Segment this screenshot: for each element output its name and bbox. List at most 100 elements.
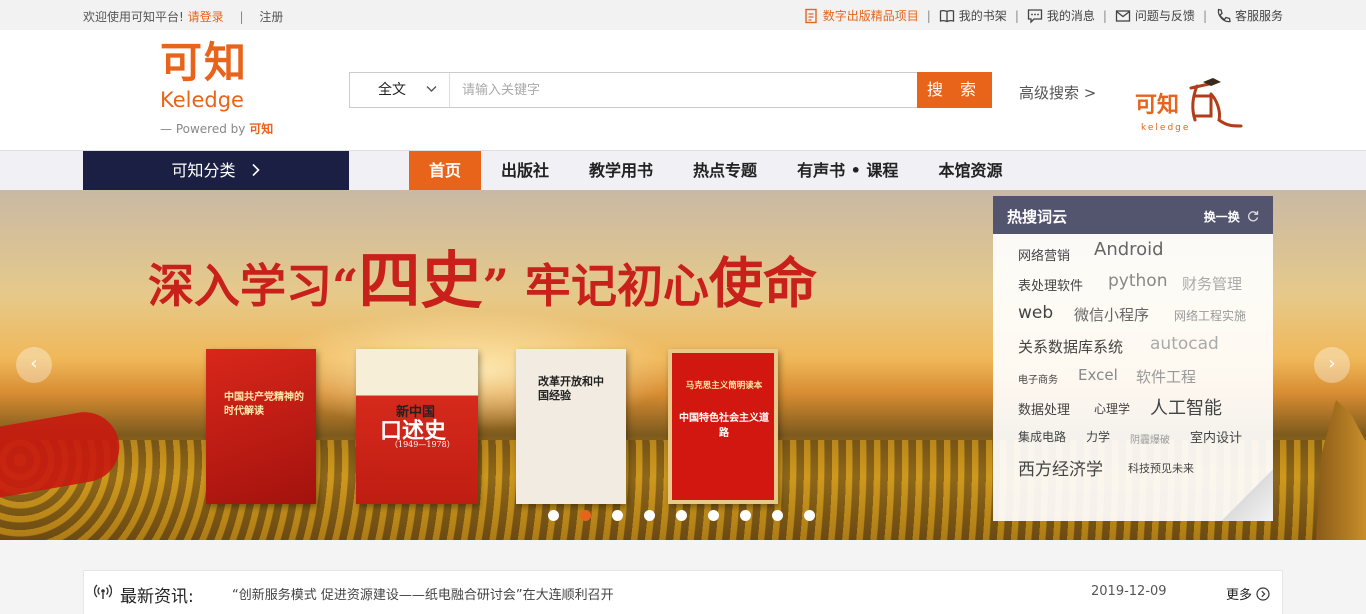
powered-by-text: Powered by — [175, 122, 246, 136]
book-icon — [939, 9, 954, 22]
hot-word[interactable]: Excel — [1078, 366, 1118, 384]
carousel-dot[interactable] — [772, 510, 783, 521]
search-scope-value: 全文 — [378, 82, 406, 98]
banner-next-button[interactable]: › — [1314, 347, 1350, 383]
hot-word[interactable]: 网络工程实施 — [1174, 307, 1246, 324]
book-cover[interactable]: 改革开放和中国经验 — [516, 349, 626, 504]
carousel-dot[interactable] — [644, 510, 655, 521]
customer-service-link[interactable]: 客服服务 — [1215, 7, 1283, 24]
banner-slogan: 深入学习“四史” 牢记初心使命 — [148, 230, 817, 320]
carousel-dot[interactable] — [580, 510, 591, 521]
hot-word[interactable]: 表处理软件 — [1018, 275, 1083, 294]
carousel-dot[interactable] — [548, 510, 559, 521]
hot-word[interactable]: 微信小程序 — [1074, 304, 1149, 325]
hot-word[interactable]: 心理学 — [1094, 400, 1130, 417]
hot-word[interactable]: 人工智能 — [1150, 394, 1222, 420]
book-title: 中国共产党精神的时代解读 — [224, 392, 304, 417]
my-messages-link[interactable]: 我的消息 — [1027, 7, 1095, 24]
tab-publishers[interactable]: 出版社 — [481, 151, 569, 191]
nav-tabs: 首页 出版社 教学用书 热点专题 有声书 • 课程 本馆资源 — [409, 151, 1022, 191]
news-date: 2019-12-09 — [1091, 584, 1167, 599]
news-more-label: 更多 — [1226, 588, 1253, 603]
chevron-circle-right-icon — [1256, 586, 1270, 601]
tab-home[interactable]: 首页 — [409, 151, 482, 191]
logo-chinese: 可知 — [160, 38, 249, 87]
top-bar: 欢迎使用可知平台! 请登录 | 注册 数字出版精品项目 | 我的书架 | 我的消… — [0, 0, 1366, 30]
hot-word[interactable]: 财务管理 — [1182, 273, 1242, 294]
hot-search-cloud: 热搜词云 换一换 网络营销 Android 表处理软件 python 财务管理 … — [993, 196, 1273, 521]
slogan-highlight: 四史 — [358, 244, 483, 317]
hot-word[interactable]: 室内设计 — [1190, 427, 1242, 446]
feedback-link[interactable]: 问题与反馈 — [1115, 7, 1195, 24]
hot-word[interactable]: 电子商务 — [1018, 371, 1058, 386]
category-menu-button[interactable]: 可知分类 — [83, 151, 349, 191]
customer-service-label: 客服服务 — [1234, 9, 1283, 23]
hot-word[interactable]: 数据处理 — [1018, 399, 1070, 418]
news-headline-link[interactable]: “创新服务模式 促进资源建设——纸电融合研讨会”在大连顺利召开 — [232, 584, 614, 603]
carousel-dot[interactable] — [804, 510, 815, 521]
news-more-link[interactable]: 更多 — [1226, 584, 1270, 603]
partner-logo-english: keledge — [1141, 123, 1190, 133]
main-nav: 可知分类 首页 出版社 教学用书 热点专题 有声书 • 课程 本馆资源 — [0, 150, 1366, 191]
tab-audiobooks-courses[interactable]: 有声书 • 课程 — [777, 151, 918, 191]
refresh-button[interactable]: 换一换 — [1204, 208, 1259, 225]
book-cover[interactable]: 新中国 口述史 （1949—1978） — [356, 349, 478, 504]
hot-search-header: 热搜词云 换一换 — [993, 196, 1273, 234]
register-link[interactable]: 注册 — [259, 10, 283, 24]
hot-word[interactable]: web — [1018, 303, 1053, 323]
tab-hot-topics[interactable]: 热点专题 — [673, 151, 777, 191]
hot-word[interactable]: 关系数据库系统 — [1018, 336, 1123, 357]
divider: | — [926, 8, 931, 23]
hot-word[interactable]: 集成电路 — [1018, 428, 1066, 445]
site-logo[interactable]: 可知 Keledge — Powered by 可知 — [160, 40, 300, 145]
book-cover[interactable]: 马克思主义简明读本 中国特色社会主义道路 — [668, 349, 778, 504]
page-curl-decoration — [1221, 469, 1273, 521]
book-series: 马克思主义简明读本 — [685, 381, 763, 391]
carousel-dot[interactable] — [708, 510, 719, 521]
broadcast-icon — [94, 584, 112, 599]
slogan-highlight: 使命 — [708, 251, 817, 315]
my-bookshelf-link[interactable]: 我的书架 — [939, 7, 1007, 24]
tab-library-resources[interactable]: 本馆资源 — [918, 151, 1022, 191]
search-button[interactable]: 搜 索 — [917, 72, 992, 108]
logo-english: Keledge — [160, 88, 244, 112]
banner-pagination — [548, 510, 836, 521]
hot-word[interactable]: 阴霾爆破 — [1130, 431, 1170, 446]
hot-word[interactable]: 网络营销 — [1018, 245, 1070, 264]
my-messages-label: 我的消息 — [1046, 9, 1095, 23]
top-bar-right: 数字出版精品项目 | 我的书架 | 我的消息 | 问题与反馈 | 客服服务 — [803, 7, 1283, 24]
carousel-dot[interactable] — [612, 510, 623, 521]
banner-statue — [1316, 400, 1366, 540]
hot-word[interactable]: 力学 — [1086, 428, 1110, 445]
login-link[interactable]: 请登录 — [188, 10, 224, 24]
divider: | — [1202, 8, 1207, 23]
refresh-label: 换一换 — [1203, 210, 1240, 224]
search-input[interactable] — [462, 79, 902, 101]
advanced-search-link[interactable]: 高级搜索 > — [1019, 82, 1096, 103]
divider: | — [1102, 8, 1107, 23]
mail-icon — [1115, 9, 1131, 22]
hot-word[interactable]: 科技预见未来 — [1128, 460, 1194, 476]
message-icon — [1027, 8, 1043, 24]
digital-publishing-label: 数字出版精品项目 — [822, 9, 919, 23]
category-menu-label: 可知分类 — [171, 161, 236, 180]
book-cover[interactable]: 中国共产党精神的时代解读 — [206, 349, 316, 504]
carousel-dot[interactable] — [676, 510, 687, 521]
chevron-down-icon — [426, 86, 437, 92]
word-cloud: 网络营销 Android 表处理软件 python 财务管理 web 微信小程序… — [993, 234, 1273, 521]
hot-word[interactable]: 软件工程 — [1136, 366, 1196, 387]
hot-word[interactable]: python — [1108, 271, 1167, 291]
tab-textbooks[interactable]: 教学用书 — [569, 151, 673, 191]
hot-word[interactable]: autocad — [1150, 334, 1219, 354]
hot-word[interactable]: Android — [1094, 239, 1164, 260]
keledge-partner-logo[interactable]: 可知 keledge — [1133, 78, 1245, 138]
book-title: 改革开放和中国经验 — [538, 375, 604, 402]
carousel-dot[interactable] — [740, 510, 751, 521]
digital-publishing-link[interactable]: 数字出版精品项目 — [803, 7, 919, 24]
book-subtitle: （1949—1978） — [390, 440, 455, 449]
banner-prev-button[interactable]: ‹ — [16, 347, 52, 383]
chevron-right-icon — [251, 163, 260, 177]
feedback-label: 问题与反馈 — [1134, 9, 1195, 23]
hot-word[interactable]: 西方经济学 — [1018, 455, 1103, 480]
search-scope-select[interactable]: 全文 — [350, 73, 450, 107]
